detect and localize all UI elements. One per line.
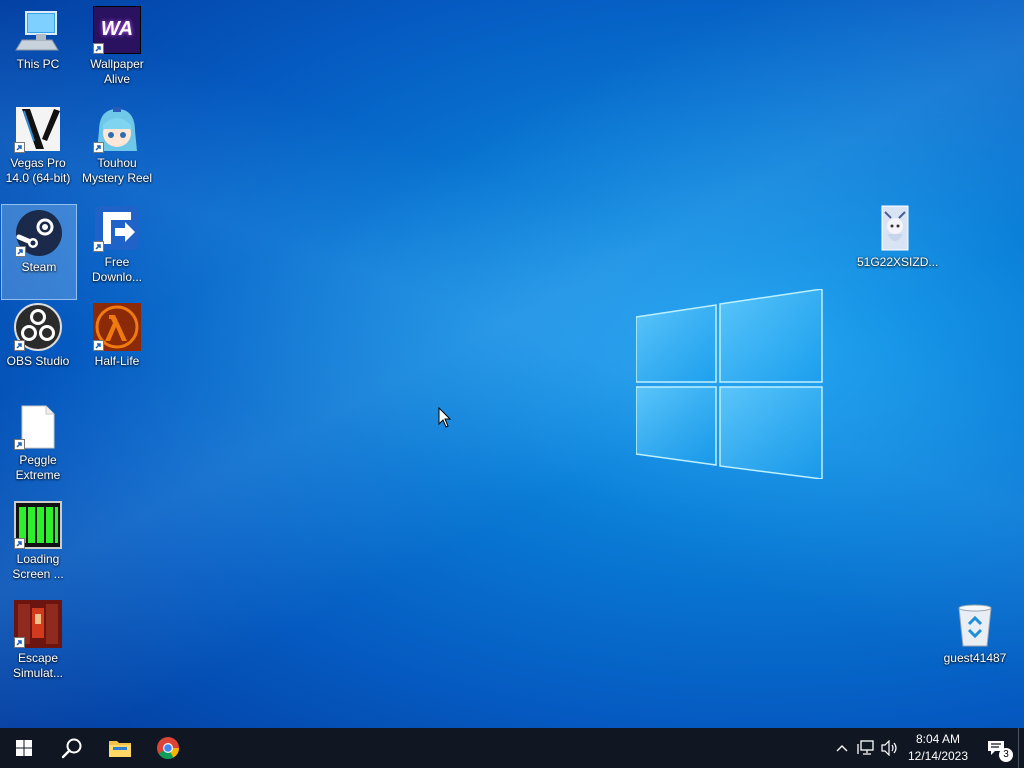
shortcut-arrow-icon [93,43,104,54]
lambda-icon [93,303,141,351]
shortcut-arrow-icon [93,241,104,252]
mouse-cursor-icon [438,407,452,428]
shortcut-arrow-icon [93,142,104,153]
desktop-icon-label: Touhou Mystery Reel [81,156,152,185]
download-manager-icon [93,204,141,252]
desktop-icon-label: Loading Screen ... [12,552,64,581]
wallpaper-alive-icon: WA [92,5,142,55]
computer-icon [14,6,62,54]
desktop-icon-label: OBS Studio [6,354,70,368]
desktop-icon-label: Half-Life [94,354,140,368]
desktop-icon-recycle-bin[interactable]: guest41487 [937,596,1013,692]
desktop-icon-label: guest41487 [943,651,1007,665]
desktop-icon-free-download[interactable]: Free Downlo... [79,200,155,296]
windows-start-icon [16,740,32,756]
desktop-icon-peggle-extreme[interactable]: Peggle Extreme [0,398,76,494]
vegas-pro-icon [14,105,62,153]
desktop-icon-label: Free Downlo... [91,255,143,284]
desktop-icon-label: This PC [16,57,60,71]
desktop-icon-label: 51G22XSIZD... [857,255,939,269]
show-hidden-icons-button[interactable] [830,728,854,768]
search-icon [61,738,82,759]
folder-icon [109,741,131,757]
desktop-icon-label: Peggle Extreme [15,453,61,482]
image-thumbnail-icon [871,204,919,252]
desktop-icon-this-pc[interactable]: This PC [0,2,76,98]
blank-file-icon [14,402,62,450]
chrome-button[interactable] [144,728,192,768]
chrome-icon [157,737,179,759]
system-tray: 8:04 AM 12/14/2023 3 [830,728,1024,768]
windows-logo-wallpaper [636,289,823,479]
obs-icon [14,303,62,351]
volume-button[interactable] [878,728,902,768]
start-button[interactable] [0,728,48,768]
desktop-icon-half-life[interactable]: Half-Life [79,299,155,395]
desktop-icon-vegas-pro[interactable]: Vegas Pro 14.0 (64-bit) [0,101,76,197]
steam-icon [15,209,63,257]
desktop-icon-wallpaper-alive[interactable]: WA Wallpaper Alive [79,2,155,98]
chevron-up-icon [836,745,848,752]
notification-count-badge: 3 [999,748,1013,762]
wallpaper-alive-logo-text: WA [100,18,134,40]
recycle-bin-icon [951,600,999,648]
shortcut-arrow-icon [93,340,104,351]
network-button[interactable] [854,728,878,768]
action-center-button[interactable]: 3 [974,728,1018,768]
clock-time: 8:04 AM [915,732,961,746]
desktop-icon-loading-screen[interactable]: Loading Screen ... [0,497,76,593]
desktop-icon-label: Steam [21,260,57,274]
network-icon [857,740,874,755]
desktop-icon-label: Escape Simulat... [12,651,63,680]
desktop-icon-escape-simulator[interactable]: Escape Simulat... [0,596,76,692]
shortcut-arrow-icon [14,637,25,648]
desktop-icon-label: Vegas Pro 14.0 (64-bit) [5,156,71,185]
shortcut-arrow-icon [14,142,25,153]
desktop-icon-image-file[interactable]: 51G22XSIZD... [857,200,939,296]
search-button[interactable] [48,728,96,768]
file-explorer-button[interactable] [96,728,144,768]
shortcut-arrow-icon [14,340,25,351]
desktop-icon-touhou-mystery-reel[interactable]: Touhou Mystery Reel [79,101,155,197]
taskbar: 8:04 AM 12/14/2023 3 [0,728,1024,768]
shortcut-arrow-icon [15,246,26,257]
desktop-icon-steam[interactable]: Steam [1,204,77,300]
loading-bar-icon [14,501,62,549]
desktop-icon-obs-studio[interactable]: OBS Studio [0,299,76,395]
anime-character-icon [93,105,141,153]
show-desktop-button[interactable] [1018,728,1024,768]
speaker-icon [881,740,897,756]
clock-button[interactable]: 8:04 AM 12/14/2023 [902,731,974,765]
clock-date: 12/14/2023 [907,749,969,763]
desktop-icon-label: Wallpaper Alive [90,57,144,86]
shortcut-arrow-icon [14,538,25,549]
escape-door-icon [14,600,62,648]
shortcut-arrow-icon [14,439,25,450]
